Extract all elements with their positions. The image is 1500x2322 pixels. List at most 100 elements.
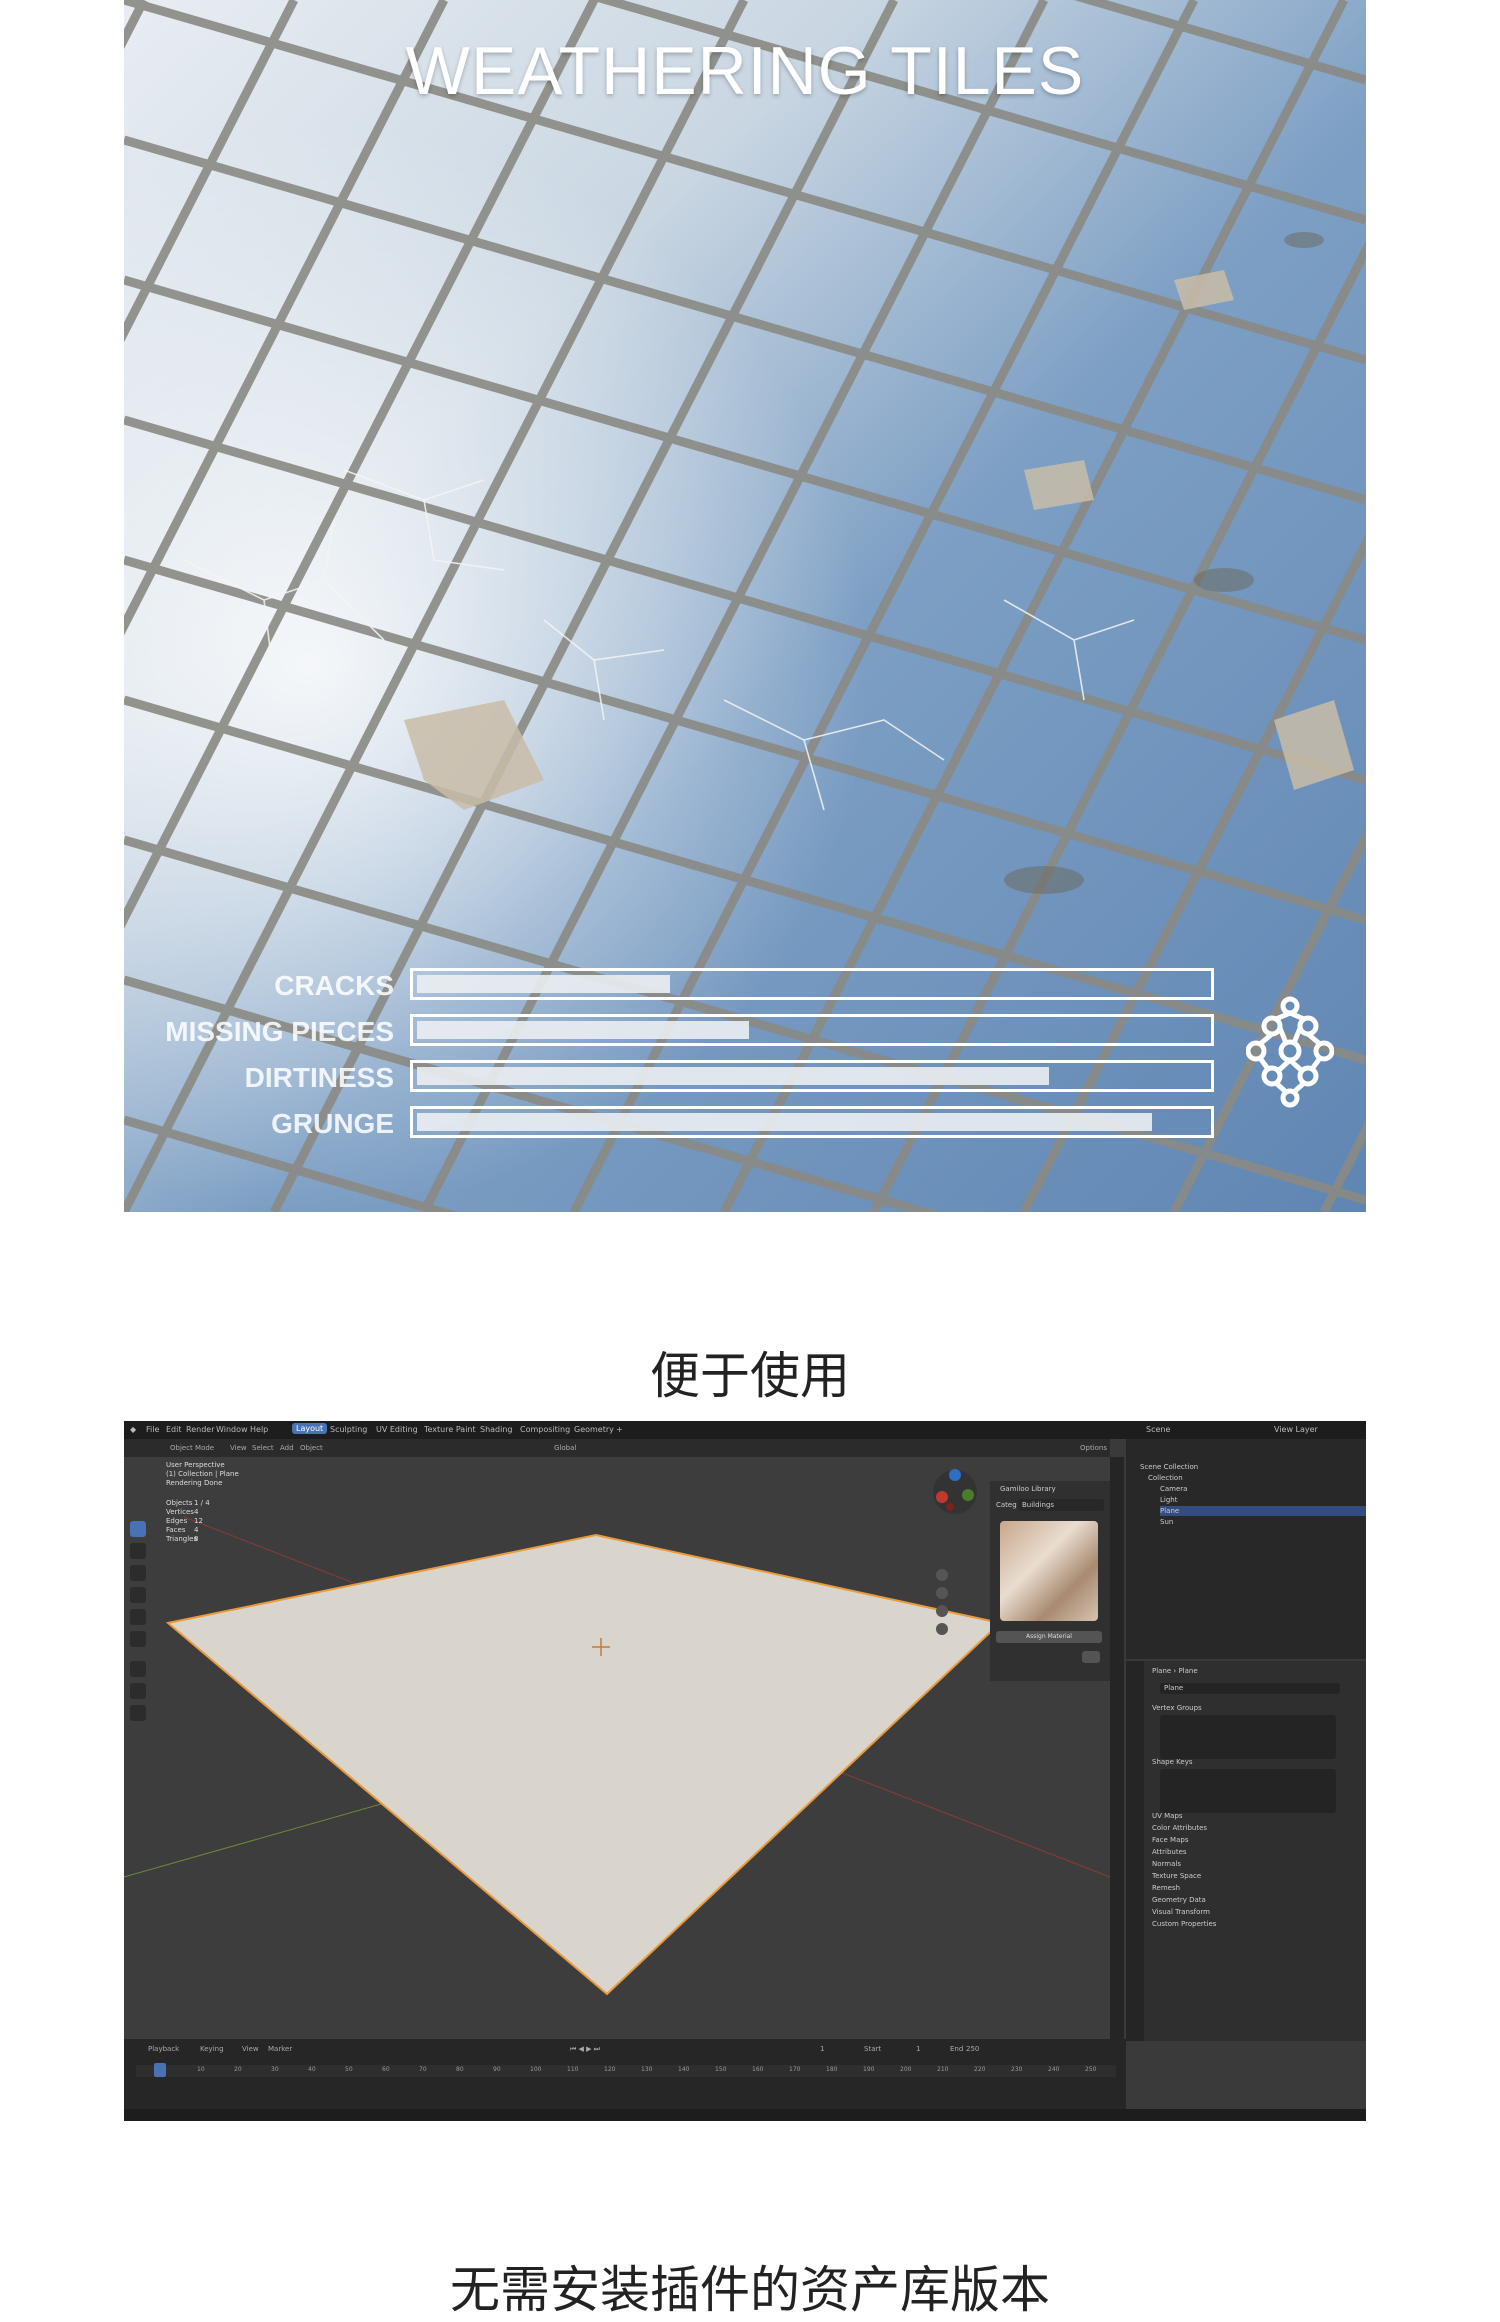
view-layer-selector[interactable]: View Layer [1274, 1425, 1318, 1434]
category-label: Categ [996, 1501, 1017, 1509]
viewport-info: User Perspective (1) Collection | Plane … [166, 1461, 239, 1487]
tab-geometry[interactable]: Geometry [574, 1425, 614, 1434]
menu-help[interactable]: Help [250, 1425, 268, 1434]
frame-tick-label: 20 [234, 2066, 242, 2073]
scale-tool-icon[interactable] [130, 1609, 146, 1625]
panel-vertex-groups[interactable]: Vertex Groups [1152, 1703, 1202, 1713]
category-dropdown[interactable]: Buildings [1018, 1499, 1104, 1511]
start-frame-field[interactable]: 1 [916, 2045, 920, 2053]
slider-track[interactable] [410, 1014, 1214, 1046]
move-tool-icon[interactable] [130, 1565, 146, 1581]
frame-tick-label: 100 [530, 2066, 542, 2073]
plane-mesh [165, 1533, 1003, 1996]
menu-marker[interactable]: Marker [268, 2045, 292, 2053]
outliner-item-sun[interactable]: Sun [1160, 1517, 1173, 1527]
material-thumbnail[interactable] [1000, 1521, 1098, 1621]
outliner-item-plane[interactable]: Plane [1160, 1506, 1366, 1516]
tab-compositing[interactable]: Compositing [520, 1425, 570, 1434]
select-tool-icon[interactable] [130, 1521, 146, 1537]
object-breadcrumb: Plane › Plane [1152, 1667, 1198, 1675]
blender-logo-icon[interactable]: ◆ [130, 1425, 136, 1434]
mode-selector[interactable]: Object Mode [170, 1444, 214, 1452]
frame-tick-label: 250 [1085, 2066, 1097, 2073]
ortho-toggle-icon[interactable] [936, 1623, 948, 1635]
pan-icon[interactable] [936, 1587, 948, 1599]
slider-track[interactable] [410, 1060, 1214, 1092]
tab-shading[interactable]: Shading [480, 1425, 513, 1434]
menu-view[interactable]: View [242, 2045, 259, 2053]
frame-tick-label: 220 [974, 2066, 986, 2073]
tab-texture-paint[interactable]: Texture Paint [424, 1425, 476, 1434]
menu-window[interactable]: Window [216, 1425, 248, 1434]
measure-tool-icon[interactable] [130, 1683, 146, 1699]
menu-file[interactable]: File [146, 1425, 159, 1434]
cursor-tool-icon[interactable] [130, 1543, 146, 1559]
rotate-tool-icon[interactable] [130, 1587, 146, 1603]
panel-remesh[interactable]: Remesh [1152, 1883, 1180, 1893]
outliner-item-light[interactable]: Light [1160, 1495, 1177, 1505]
menu-object[interactable]: Object [300, 1444, 323, 1452]
slider-track[interactable] [410, 968, 1214, 1000]
menu-add[interactable]: Add [280, 1444, 294, 1452]
zoom-icon[interactable] [936, 1569, 948, 1581]
properties-tabs[interactable] [1126, 1661, 1144, 2041]
end-frame-field[interactable]: 250 [966, 2045, 979, 2053]
list-box[interactable] [1160, 1715, 1336, 1759]
list-box[interactable] [1160, 1769, 1336, 1813]
navigation-gizmo[interactable] [930, 1467, 980, 1517]
panel-color-attributes[interactable]: Color Attributes [1152, 1823, 1207, 1833]
frame-tick-label: 50 [345, 2066, 353, 2073]
slider-fill [417, 1113, 1152, 1131]
stat-row: Edges 12 [166, 1517, 203, 1525]
panel-attributes[interactable]: Attributes [1152, 1847, 1187, 1857]
frame-tick-label: 80 [456, 2066, 464, 2073]
panel-uv-maps[interactable]: UV Maps [1152, 1811, 1183, 1821]
weathering-slider-dirtiness: DIRTINESS [124, 1060, 1224, 1096]
add-cube-tool-icon[interactable] [130, 1705, 146, 1721]
tab-layout[interactable]: Layout [292, 1423, 328, 1434]
sidebar-tabs[interactable] [1110, 1457, 1124, 2039]
menu-view[interactable]: View [230, 1444, 247, 1452]
top-menu-bar: ◆ File Edit Render Window Help Layout Sc… [124, 1421, 1366, 1439]
frame-tick-label: 130 [641, 2066, 653, 2073]
panel-visual-transform[interactable]: Visual Transform [1152, 1907, 1210, 1917]
material-library-panel: Gamiloo Library Categ Buildings Assign M… [990, 1481, 1110, 1681]
slider-fill [417, 1021, 749, 1039]
transform-tool-icon[interactable] [130, 1631, 146, 1647]
camera-view-icon[interactable] [936, 1605, 948, 1617]
panel-face-maps[interactable]: Face Maps [1152, 1835, 1188, 1845]
scene-selector[interactable]: Scene [1146, 1425, 1170, 1434]
panel-geometry-data[interactable]: Geometry Data [1152, 1895, 1206, 1905]
tab-uv-editing[interactable]: UV Editing [376, 1425, 418, 1434]
add-icon[interactable] [1082, 1651, 1100, 1663]
stat-row: Faces 4 [166, 1526, 199, 1534]
panel-texture-space[interactable]: Texture Space [1152, 1871, 1201, 1881]
outliner-item-camera[interactable]: Camera [1160, 1484, 1187, 1494]
play-controls[interactable]: ⏮ ◀ ▶ ⏭ [570, 2045, 600, 2054]
options-button[interactable]: Options [1080, 1444, 1107, 1452]
panel-shape-keys[interactable]: Shape Keys [1152, 1757, 1192, 1767]
panel-normals[interactable]: Normals [1152, 1859, 1181, 1869]
panel-custom-properties[interactable]: Custom Properties [1152, 1919, 1216, 1929]
data-name-field[interactable]: Plane [1160, 1683, 1340, 1694]
scene-statistics: Objects 1 / 4 Vertices4 Edges 12 Faces 4 Triang… [166, 1499, 222, 1544]
outliner-item-collection[interactable]: Collection [1148, 1473, 1183, 1483]
3d-viewport[interactable]: User Perspective (1) Collection | Plane … [124, 1457, 1110, 2039]
annotate-tool-icon[interactable] [130, 1661, 146, 1677]
menu-keying[interactable]: Keying [200, 2045, 224, 2053]
transform-orientation[interactable]: Global [554, 1444, 576, 1452]
menu-select[interactable]: Select [252, 1444, 274, 1452]
assign-material-button[interactable]: Assign Material [996, 1631, 1102, 1643]
menu-playback[interactable]: Playback [148, 2045, 179, 2053]
molecule-logo-icon [1246, 996, 1334, 1108]
tool-shelf [126, 1521, 150, 1757]
timeline-ruler[interactable]: 0102030405060708090100110120130140150160… [136, 2065, 1116, 2077]
menu-render[interactable]: Render [186, 1425, 214, 1434]
slider-track[interactable] [410, 1106, 1214, 1138]
add-workspace-button[interactable]: + [616, 1425, 623, 1434]
playhead[interactable] [154, 2063, 166, 2077]
menu-edit[interactable]: Edit [166, 1425, 182, 1434]
outliner: Scene Collection Collection Camera Light Pl… [1126, 1439, 1366, 1659]
tab-sculpting[interactable]: Sculpting [330, 1425, 367, 1434]
current-frame-field[interactable]: 1 [820, 2045, 824, 2053]
